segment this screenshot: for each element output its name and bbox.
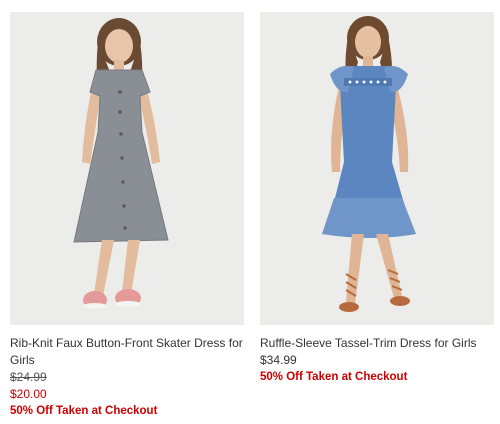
promo-text: 50% Off Taken at Checkout — [10, 405, 158, 417]
product-photo-blue-dress — [260, 12, 494, 325]
product-info: Ruffle-Sleeve Tassel-Trim Dress for Girl… — [260, 325, 494, 386]
product-image[interactable] — [260, 12, 494, 325]
product-title[interactable]: Ruffle-Sleeve Tassel-Trim Dress for Girl… — [260, 335, 494, 352]
product-image[interactable] — [10, 12, 244, 325]
product-photo-gray-dress — [10, 12, 244, 325]
promo-text: 50% Off Taken at Checkout — [260, 371, 408, 383]
product-card[interactable]: Rib-Knit Faux Button-Front Skater Dress … — [10, 12, 244, 420]
price: $34.99 — [260, 353, 297, 367]
sale-price: $20.00 — [10, 387, 47, 401]
product-card[interactable]: Ruffle-Sleeve Tassel-Trim Dress for Girl… — [260, 12, 494, 386]
original-price: $24.99 — [10, 370, 47, 384]
product-info: Rib-Knit Faux Button-Front Skater Dress … — [10, 325, 244, 420]
product-grid: Rib-Knit Faux Button-Front Skater Dress … — [0, 0, 500, 424]
product-title[interactable]: Rib-Knit Faux Button-Front Skater Dress … — [10, 335, 244, 369]
